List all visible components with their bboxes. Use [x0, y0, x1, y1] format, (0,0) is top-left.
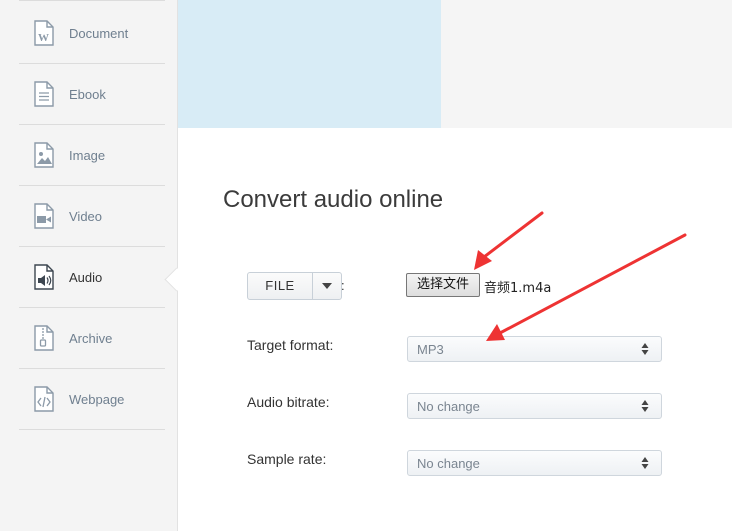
annotation-arrow-icon	[474, 211, 544, 270]
sidebar-divider	[19, 0, 165, 1]
sidebar-item-archive[interactable]: Archive	[19, 308, 165, 369]
target-format-label: Target format:	[247, 337, 334, 353]
select-arrows-icon	[641, 400, 649, 412]
file-button[interactable]: FILE	[248, 273, 313, 299]
file-source-button[interactable]: FILE	[247, 272, 342, 300]
page-title: Convert audio online	[223, 186, 444, 213]
file-colon: :	[341, 278, 345, 293]
sidebar-item-document[interactable]: W Document	[19, 3, 165, 64]
sample-rate-label: Sample rate:	[247, 451, 327, 467]
sidebar-item-label: Video	[69, 208, 103, 224]
sidebar-item-label: Webpage	[69, 391, 125, 407]
chevron-down-icon	[322, 283, 332, 289]
banner	[178, 0, 441, 128]
image-icon	[34, 142, 54, 168]
webpage-icon	[34, 386, 54, 412]
sidebar-item-webpage[interactable]: Webpage	[19, 369, 165, 430]
audio-bitrate-select[interactable]: No change	[407, 393, 662, 419]
audio-icon	[34, 264, 54, 290]
document-icon: W	[34, 20, 54, 46]
target-format-select[interactable]: MP3	[407, 336, 662, 362]
select-arrows-icon	[641, 343, 649, 355]
sidebar-item-video[interactable]: Video	[19, 186, 165, 247]
choose-file-button[interactable]: 选择文件	[406, 273, 480, 297]
file-source-dropdown[interactable]	[313, 273, 341, 299]
sample-rate-select[interactable]: No change	[407, 450, 662, 476]
sidebar-item-label: Archive	[69, 330, 113, 346]
sidebar-item-ebook[interactable]: Ebook	[19, 64, 165, 125]
select-arrows-icon	[641, 457, 649, 469]
sidebar-item-image[interactable]: Image	[19, 125, 165, 186]
video-icon	[34, 203, 54, 229]
svg-text:W: W	[38, 32, 49, 44]
banner-right	[441, 0, 732, 128]
sample-rate-value: No change	[417, 456, 480, 471]
selected-file-name: 音频1.m4a	[484, 281, 552, 296]
sidebar-item-label: Document	[69, 25, 129, 41]
audio-bitrate-label: Audio bitrate:	[247, 394, 330, 410]
sidebar-item-audio[interactable]: Audio	[19, 247, 165, 308]
sidebar-item-label: Image	[69, 147, 106, 163]
archive-icon	[34, 325, 54, 351]
target-format-value: MP3	[417, 342, 444, 357]
sidebar-item-label: Audio	[69, 269, 103, 285]
sidebar: W Document Ebook Image Video Audio Archi…	[0, 0, 178, 531]
ebook-icon	[34, 81, 54, 107]
sidebar-item-label: Ebook	[69, 86, 106, 102]
audio-bitrate-value: No change	[417, 399, 480, 414]
